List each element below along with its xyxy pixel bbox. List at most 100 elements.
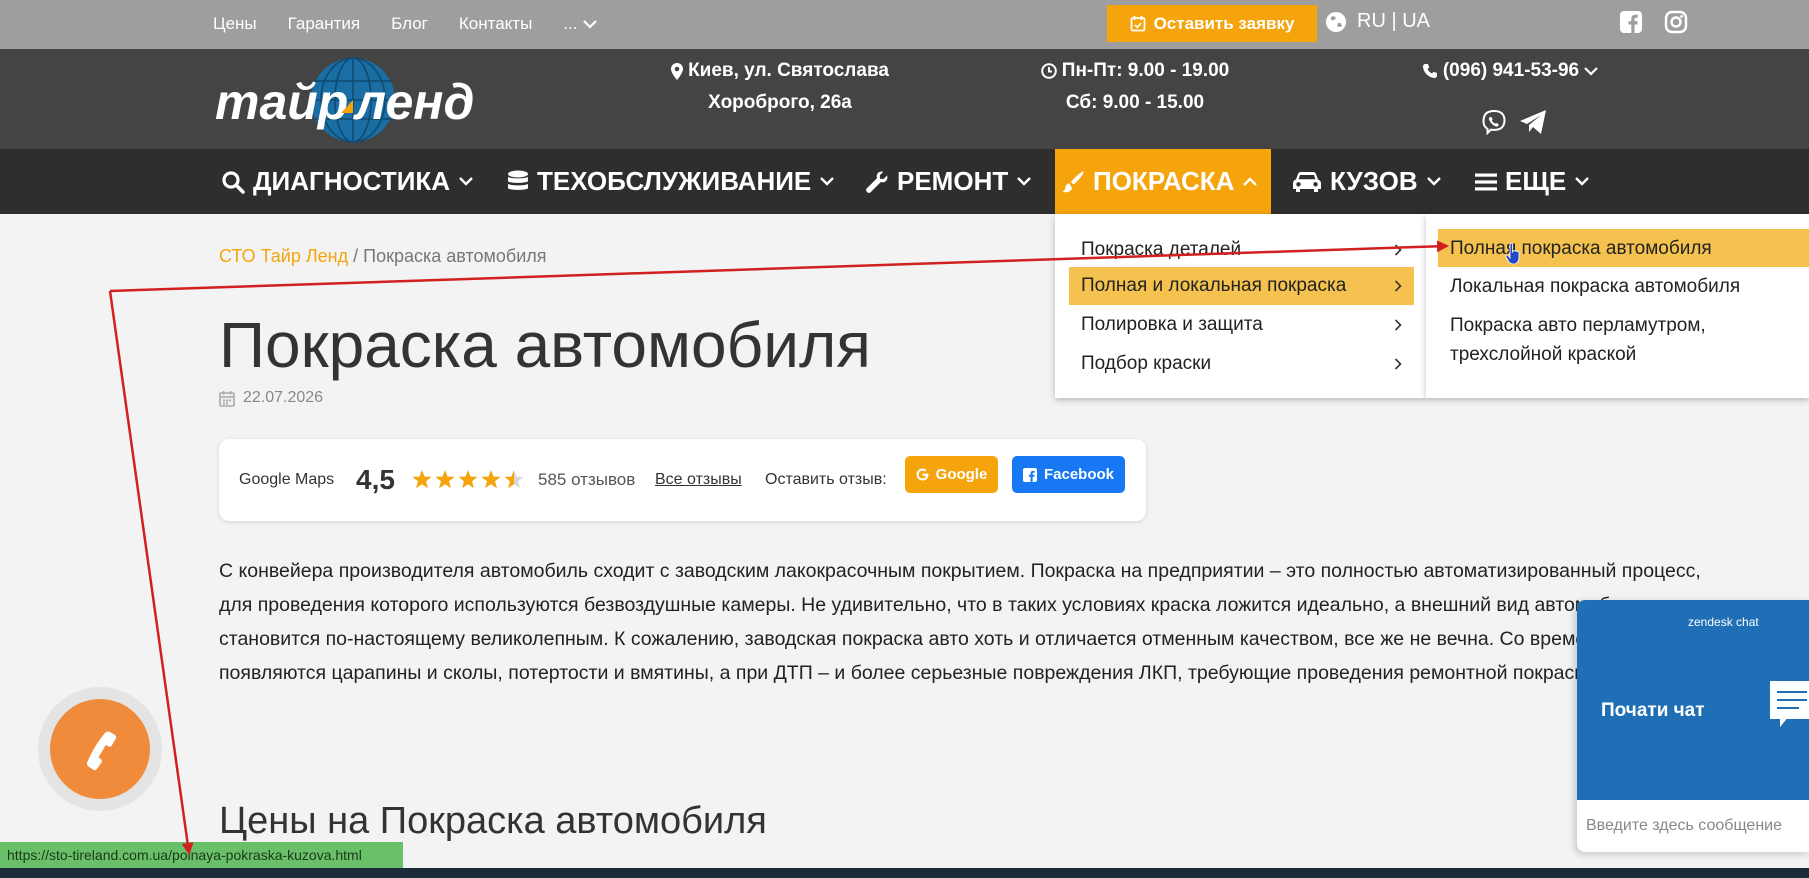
nav-item-diagnostics[interactable]: ДИАГНОСТИКА	[221, 149, 474, 214]
top-bar: Цены Гарантия Блог Контакты ... Оставить…	[0, 0, 1809, 49]
phone-number: (096) 941-53-96	[1442, 60, 1580, 81]
all-reviews-link[interactable]: Все отзывы	[655, 439, 742, 521]
nav-label-diagnostics: ДИАГНОСТИКА	[253, 166, 451, 196]
chevron-down-icon	[583, 19, 598, 29]
logo-graphic: тайр ленд	[215, 57, 474, 143]
star-filled	[412, 470, 432, 489]
svg-text:ленд: ленд	[353, 74, 474, 130]
clock-icon	[1040, 63, 1057, 79]
address-block: Киев, ул. Святослава Хороброго, 26а	[645, 55, 915, 119]
nav-label-body: КУЗОВ	[1330, 166, 1418, 196]
address-line-1: Киев, ул. Святослава	[688, 60, 889, 81]
top-link-warranty[interactable]: Гарантия	[288, 14, 361, 34]
car-icon	[1293, 171, 1321, 192]
language-switcher[interactable]: RU | UA	[1325, 10, 1430, 33]
status-bar-url: https://sto-tireland.com.ua/polnaya-pokr…	[0, 842, 403, 868]
site-header: тайр ленд Киев, ул. Святослава Хороброго…	[0, 49, 1809, 149]
menu-icon	[1475, 173, 1497, 190]
instagram-icon[interactable]	[1664, 10, 1688, 39]
taskbar-strip	[0, 868, 1809, 878]
submenu-item-label: Полная покраска автомобиля	[1450, 237, 1712, 259]
chevron-right-icon	[1394, 319, 1402, 331]
rating-stars	[411, 439, 526, 521]
dropdown-item-label: Подбор краски	[1081, 353, 1212, 374]
globe-icon	[1326, 11, 1346, 32]
star-filled	[458, 470, 478, 489]
chevron-down-icon	[1575, 177, 1590, 186]
dropdown-item-parts[interactable]: Покраска деталей	[1069, 231, 1414, 269]
painting-dropdown: Покраска деталей Полная и локальная покр…	[1055, 214, 1426, 398]
nav-item-body[interactable]: КУЗОВ	[1292, 149, 1442, 214]
facebook-review-button[interactable]: Facebook	[1012, 456, 1125, 493]
hours-saturday: Сб: 9.00 - 15.00	[1065, 92, 1205, 113]
breadcrumb-separator: /	[348, 246, 364, 266]
nav-item-more[interactable]: ЕЩЕ	[1475, 149, 1590, 214]
reviews-rating: 4,5	[356, 464, 395, 495]
facebook-icon	[1022, 467, 1037, 482]
submenu-item-pearl-painting[interactable]: Покраска авто перламутром, трехслойной к…	[1438, 311, 1768, 369]
chevron-right-icon	[1394, 358, 1402, 370]
chevron-down-icon	[1584, 67, 1598, 76]
callback-button[interactable]	[38, 687, 162, 811]
brush-icon	[1062, 170, 1084, 192]
dropdown-item-label: Покраска деталей	[1081, 239, 1242, 260]
prices-section-title: Цены на Покраска автомобиля	[219, 800, 767, 842]
viber-icon[interactable]	[1481, 109, 1507, 140]
leave-review-label: Оставить отзыв:	[765, 471, 887, 488]
hours-weekdays: Пн-Пт: 9.00 - 19.00	[1061, 60, 1230, 81]
phone-icon	[1422, 64, 1437, 78]
submenu-item-label: Локальная покраска автомобиля	[1450, 276, 1741, 297]
publish-date: 22.07.2026	[219, 389, 323, 407]
reviews-count: 585 отзывов	[538, 470, 636, 489]
nav-label-repair: РЕМОНТ	[897, 166, 1009, 196]
submenu-item-local-painting[interactable]: Локальная покраска автомобиля	[1438, 272, 1809, 301]
submenu-item-full-painting[interactable]: Полная покраска автомобиля	[1438, 229, 1809, 267]
breadcrumb-home[interactable]: СТО Тайр Ленд	[219, 246, 348, 266]
nav-item-maintenance[interactable]: ТЕХОБСЛУЖИВАНИЕ	[507, 149, 835, 214]
phone-block[interactable]: (096) 941-53-96	[1405, 55, 1615, 87]
chat-widget-header[interactable]: zendesk chat Почати чат	[1577, 600, 1809, 800]
request-button[interactable]: Оставить заявку	[1107, 5, 1317, 42]
page-title: Покраска автомобиля	[219, 309, 871, 381]
top-more-menu[interactable]: ...	[563, 13, 598, 34]
top-links: Цены Гарантия Блог Контакты ...	[213, 0, 598, 47]
submenu-item-label: Покраска авто перламутром, трехслойной к…	[1450, 315, 1706, 365]
breadcrumb-current: Покраска автомобиля	[363, 246, 547, 266]
facebook-icon[interactable]	[1619, 10, 1643, 39]
calendar-icon	[219, 390, 235, 407]
chat-input[interactable]: Введите здесь сообщение	[1577, 800, 1809, 852]
nav-label-maintenance: ТЕХОБСЛУЖИВАНИЕ	[537, 166, 812, 196]
dropdown-item-polishing[interactable]: Полировка и защита	[1069, 306, 1414, 344]
top-link-blog[interactable]: Блог	[391, 14, 428, 34]
chevron-right-icon	[1394, 244, 1402, 256]
top-link-prices[interactable]: Цены	[213, 14, 257, 34]
nav-item-repair[interactable]: РЕМОНТ	[865, 149, 1032, 214]
dropdown-item-color-match[interactable]: Подбор краски	[1069, 345, 1414, 383]
chat-start-label: Почати чат	[1601, 700, 1705, 721]
reviews-widget: Google Maps 4,5 585 отзывов Все отзывы О…	[219, 439, 1146, 521]
chat-brand: zendesk chat	[1688, 615, 1759, 629]
chat-widget: zendesk chat Почати чат Введите здесь со…	[1577, 600, 1809, 852]
nav-item-painting[interactable]: ПОКРАСКА	[1055, 149, 1271, 214]
star-filled	[481, 470, 501, 489]
database-icon	[508, 170, 528, 190]
chevron-down-icon	[459, 177, 473, 186]
wrench-icon	[866, 171, 888, 193]
google-review-button[interactable]: Google	[905, 456, 998, 493]
chevron-down-icon	[820, 177, 835, 186]
breadcrumb: СТО Тайр Ленд / Покраска автомобиля	[219, 246, 547, 267]
intro-paragraph: С конвейера производителя автомобиль схо…	[219, 560, 1713, 684]
language-label: RU | UA	[1357, 10, 1430, 32]
request-button-label: Оставить заявку	[1153, 13, 1295, 33]
dropdown-item-full-local[interactable]: Полная и локальная покраска	[1069, 267, 1414, 305]
nav-label-more: ЕЩЕ	[1505, 166, 1567, 196]
chevron-down-icon	[1017, 177, 1032, 186]
calendar-check-icon	[1130, 16, 1145, 32]
telegram-icon[interactable]	[1519, 109, 1547, 140]
search-icon	[222, 170, 245, 194]
top-more-label: ...	[563, 13, 578, 33]
site-logo[interactable]: тайр ленд	[213, 57, 503, 143]
star-filled	[435, 470, 455, 489]
top-link-contacts[interactable]: Контакты	[459, 14, 532, 34]
map-pin-icon	[671, 62, 684, 80]
